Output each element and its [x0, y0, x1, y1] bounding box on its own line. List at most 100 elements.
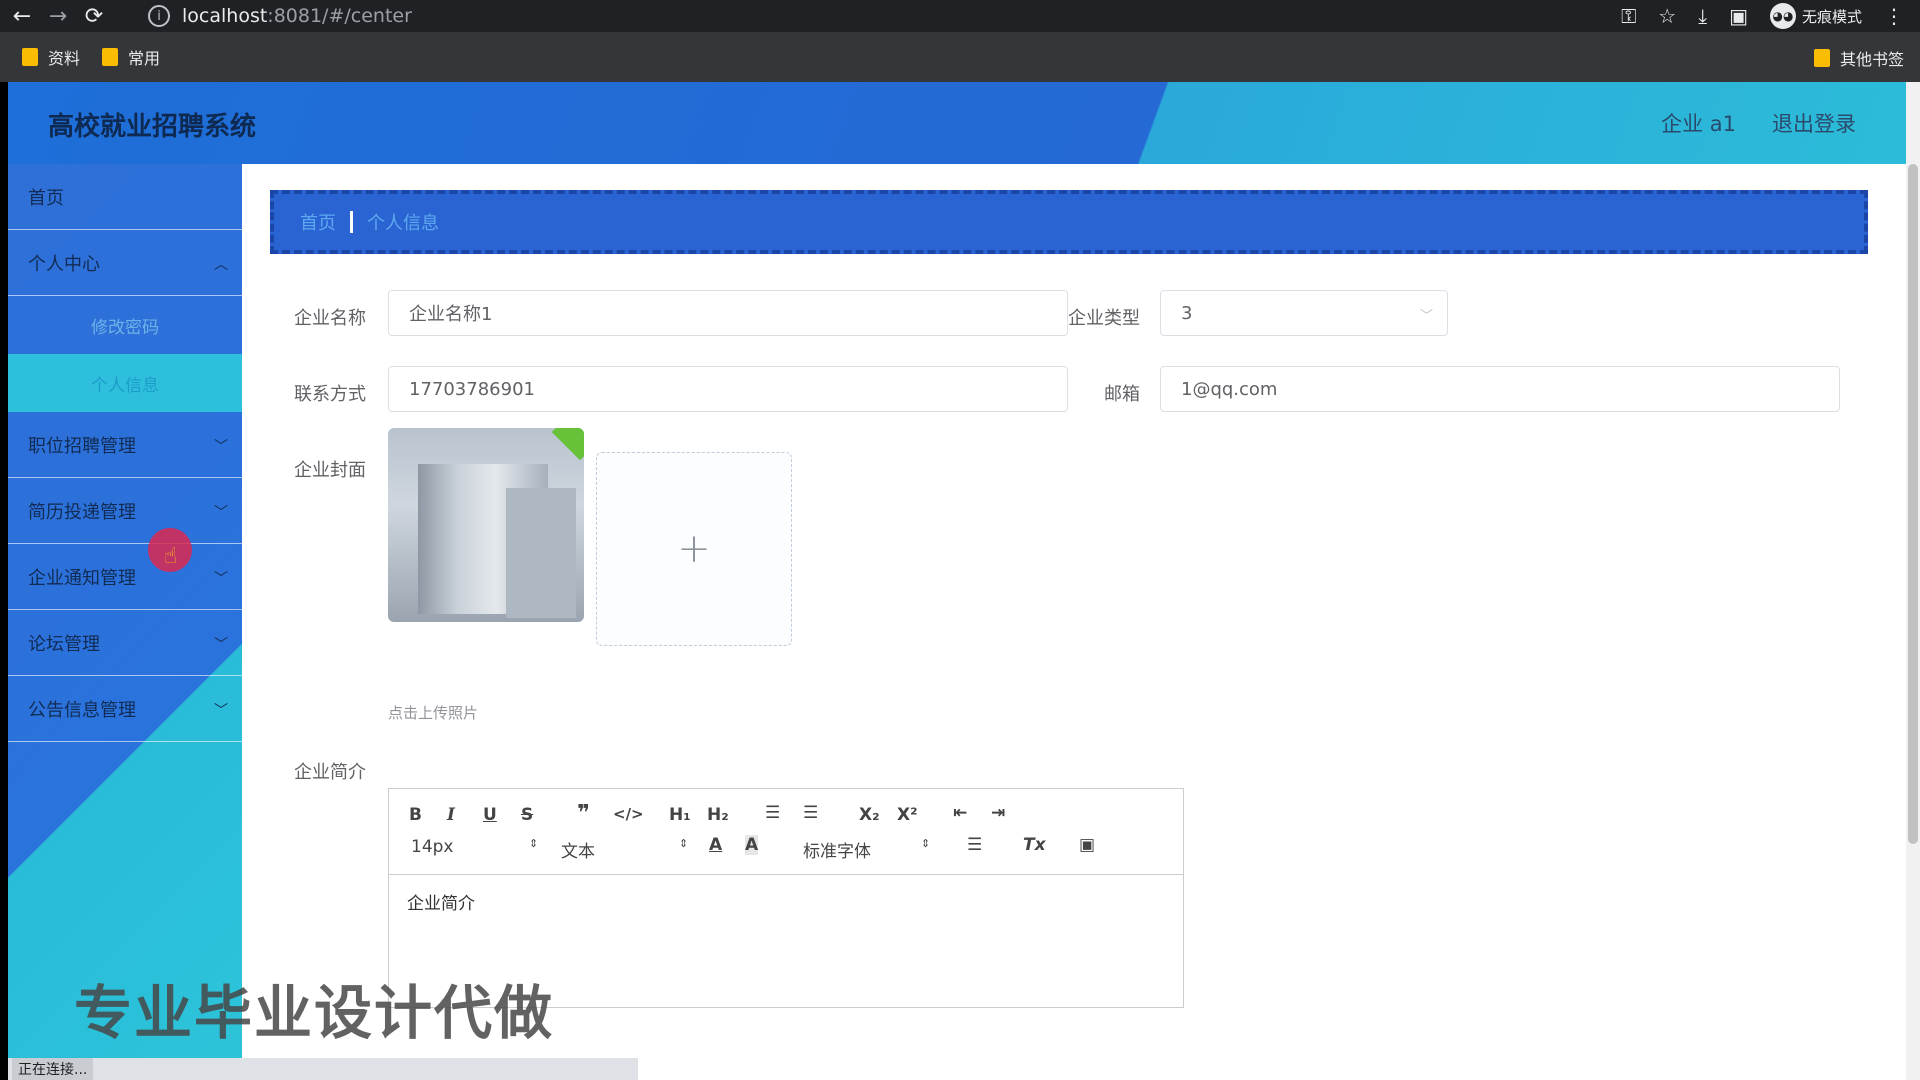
sidebar-item-label: 公告信息管理 — [28, 699, 136, 721]
company-type-value: 3 — [1181, 302, 1193, 324]
menu-dots-icon[interactable]: ⋮ — [1884, 4, 1904, 28]
strike-icon[interactable]: S — [521, 805, 533, 825]
underline-icon[interactable]: U — [483, 805, 497, 825]
app-window: 高校就业招聘系统 企业 a1 退出登录 首页 个人中心 ︿ 修改密码 个人信息 … — [8, 82, 1910, 1080]
status-text: 正在连接... — [12, 1058, 94, 1080]
sidebar-subitem-personal-info[interactable]: 个人信息 — [8, 354, 242, 412]
folder-icon — [1813, 49, 1830, 67]
upload-success-check-icon — [551, 428, 584, 461]
back-arrow-icon[interactable]: ← — [8, 2, 36, 30]
browser-right-tools: ⚿ ☆ ⤓ ▣ ◕◕ 无痕模式 ⋮ — [1621, 0, 1904, 32]
updown-icon: ⇕ — [529, 837, 539, 850]
bookmark-label: 资料 — [48, 49, 81, 68]
plus-icon: + — [677, 526, 711, 572]
scrollbar-thumb[interactable] — [1908, 164, 1918, 844]
chevron-down-icon: ﹀ — [214, 637, 228, 653]
align-icon[interactable]: ☰ — [967, 835, 982, 855]
breadcrumb-separator — [350, 211, 353, 233]
chevron-down-icon: ﹀ — [214, 703, 228, 719]
bookmarks-bar: 资料 常用 其他书签 — [0, 32, 1920, 82]
sidebar-item-label: 论坛管理 — [28, 633, 100, 655]
font-color-icon[interactable]: A — [709, 835, 722, 855]
image-icon[interactable]: ▣ — [1079, 835, 1095, 855]
system-title: 高校就业招聘系统 — [48, 112, 257, 142]
site-info-icon[interactable]: i — [148, 5, 170, 27]
email-label: 邮箱 — [1104, 384, 1140, 405]
sidebar-item-forum[interactable]: 论坛管理 ﹀ — [8, 610, 242, 676]
app-header: 高校就业招聘系统 企业 a1 退出登录 — [8, 82, 1910, 164]
quote-icon[interactable]: ❞ — [577, 801, 590, 826]
heading1-icon[interactable]: H₁ — [669, 805, 691, 825]
sidebar-item-resume[interactable]: 简历投递管理 ﹀ — [8, 478, 242, 544]
chevron-down-icon: ﹀ — [214, 439, 228, 455]
editor-content[interactable]: 企业简介 — [389, 875, 1183, 928]
heading2-icon[interactable]: H₂ — [707, 805, 729, 825]
bookmark-folder-ziliao[interactable]: 资料 — [22, 45, 80, 69]
forward-arrow-icon[interactable]: → — [44, 2, 72, 30]
current-user: 企业 a1 — [1661, 112, 1736, 136]
email-input[interactable]: 1@qq.com — [1160, 366, 1840, 412]
sidebar-item-personal-center[interactable]: 个人中心 ︿ — [8, 230, 242, 296]
editor-toolbar: B I U S ❞ </> H₁ H₂ ☰ ☰ X₂ X² ⇤ ⇥ 14px ⇕ — [389, 789, 1183, 875]
sidebar-subitem-change-password[interactable]: 修改密码 — [8, 296, 242, 354]
key-icon[interactable]: ⚿ — [1621, 4, 1636, 28]
page-scrollbar[interactable] — [1906, 82, 1920, 1080]
incognito-badge[interactable]: ◕◕ 无痕模式 — [1769, 3, 1862, 29]
folder-icon — [22, 48, 38, 66]
hand-cursor-icon: ☝ — [164, 544, 178, 569]
building-photo-side — [506, 488, 576, 618]
code-icon[interactable]: </> — [613, 805, 644, 823]
outdent-icon[interactable]: ⇤ — [953, 803, 967, 823]
sidebar-item-job-recruit[interactable]: 职位招聘管理 ﹀ — [8, 412, 242, 478]
sidebar-item-label: 个人中心 — [28, 253, 100, 275]
address-bar[interactable]: i localhost:8081/#/center — [148, 2, 1578, 30]
bookmark-folder-changyong[interactable]: 常用 — [102, 45, 160, 69]
superscript-icon[interactable]: X² — [897, 805, 918, 825]
company-name-input[interactable]: 企业名称1 — [388, 290, 1068, 336]
cover-image[interactable] — [388, 428, 584, 622]
sidebar-item-label: 职位招聘管理 — [28, 435, 136, 457]
company-name-label: 企业名称 — [294, 308, 366, 329]
bullet-list-icon[interactable]: ☰ — [803, 803, 818, 823]
italic-icon[interactable]: I — [447, 805, 455, 825]
chevron-down-icon: ﹀ — [214, 571, 228, 587]
font-size-value: 14px — [411, 837, 454, 857]
browser-toolbar: ← → ⟳ i localhost:8081/#/center ⚿ ☆ ⤓ ▣ … — [0, 0, 1920, 32]
chevron-down-icon: ﹀ — [1419, 309, 1433, 324]
other-bookmarks[interactable]: 其他书签 — [1813, 46, 1904, 70]
sidebar: 首页 个人中心 ︿ 修改密码 个人信息 职位招聘管理 ﹀ 简历投递管理 ﹀ 企业… — [8, 164, 242, 1080]
contact-label: 联系方式 — [294, 384, 366, 405]
background-color-icon[interactable]: A — [745, 835, 759, 855]
subscript-icon[interactable]: X₂ — [859, 805, 880, 825]
breadcrumb-home[interactable]: 首页 — [300, 209, 336, 235]
updown-icon: ⇕ — [921, 837, 931, 850]
side-panel-icon[interactable]: ▣ — [1729, 4, 1748, 28]
bold-icon[interactable]: B — [409, 805, 422, 825]
url-host: localhost — [182, 5, 268, 27]
sidebar-item-home[interactable]: 首页 — [8, 164, 242, 230]
company-type-select[interactable]: 3 ﹀ — [1160, 290, 1448, 336]
download-icon[interactable]: ⤓ — [1698, 4, 1707, 28]
star-icon[interactable]: ☆ — [1658, 4, 1676, 28]
incognito-label: 无痕模式 — [1801, 7, 1862, 26]
header-style-select[interactable]: 文本 ⇕ — [561, 837, 688, 862]
clear-format-icon[interactable]: Tx — [1023, 835, 1046, 855]
watermark-text: 专业毕业设计代做 — [74, 979, 555, 1047]
reload-icon[interactable]: ⟳ — [80, 2, 108, 30]
indent-icon[interactable]: ⇥ — [991, 803, 1005, 823]
folder-icon — [102, 48, 119, 66]
logout-link[interactable]: 退出登录 — [1772, 108, 1856, 138]
contact-input[interactable]: 17703786901 — [388, 366, 1068, 412]
incognito-icon: ◕◕ — [1769, 3, 1796, 29]
sidebar-item-notice[interactable]: 企业通知管理 ﹀ — [8, 544, 242, 610]
cover-label: 企业封面 — [294, 460, 366, 481]
upload-button[interactable]: + — [596, 452, 792, 646]
ordered-list-icon[interactable]: ☰ — [765, 803, 780, 823]
font-family-value: 标准字体 — [803, 842, 871, 862]
breadcrumb: 首页 个人信息 — [270, 190, 1868, 254]
company-type-label: 企业类型 — [1068, 308, 1140, 329]
breadcrumb-current: 个人信息 — [367, 213, 439, 234]
font-family-select[interactable]: 标准字体 ⇕ — [803, 837, 933, 862]
sidebar-item-announcement[interactable]: 公告信息管理 ﹀ — [8, 676, 242, 742]
font-size-select[interactable]: 14px ⇕ — [411, 837, 538, 857]
